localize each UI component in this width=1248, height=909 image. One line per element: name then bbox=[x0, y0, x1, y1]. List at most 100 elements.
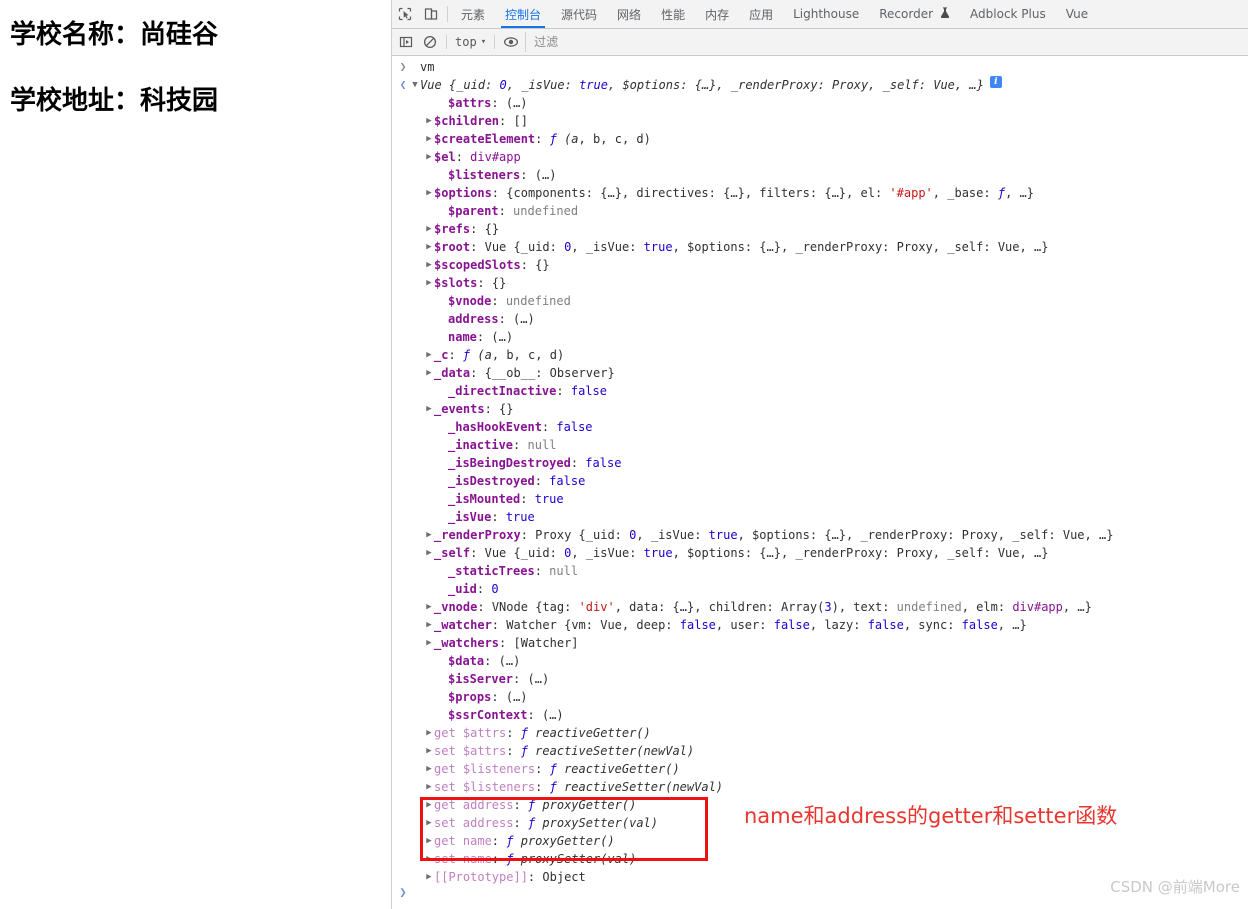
console-row-text: $createElement: ƒ (a, b, c, d) bbox=[434, 132, 651, 146]
console-row-text: $data: (…) bbox=[448, 654, 521, 668]
tab-应用[interactable]: 应用 bbox=[739, 0, 783, 28]
expand-arrow-placeholder: ▶ bbox=[438, 382, 448, 400]
tab-lighthouse[interactable]: Lighthouse bbox=[783, 0, 869, 28]
expand-arrow-right-icon[interactable]: ▶ bbox=[424, 544, 434, 562]
console-input-caret-icon: ❯ bbox=[399, 60, 407, 73]
console-row-text: _vnode: VNode {tag: 'div', data: {…}, ch… bbox=[434, 600, 1092, 614]
console-row-text: $options: {components: {…}, directives: … bbox=[434, 186, 1035, 200]
tab-label: Lighthouse bbox=[793, 7, 860, 21]
console-row-text: $scopedSlots: {} bbox=[434, 258, 550, 272]
filterbar-divider-2 bbox=[494, 35, 496, 49]
tab-label: Adblock Plus bbox=[970, 7, 1046, 21]
tab-内存[interactable]: 内存 bbox=[695, 0, 739, 28]
expand-arrow-right-icon[interactable]: ▶ bbox=[424, 130, 434, 148]
tab-性能[interactable]: 性能 bbox=[651, 0, 695, 28]
console-row-text: set name: ƒ proxySetter(val) bbox=[434, 852, 637, 866]
console-row-text: _isDestroyed: false bbox=[448, 474, 586, 488]
expand-arrow-right-icon[interactable]: ▶ bbox=[424, 148, 434, 166]
expand-arrow-right-icon[interactable]: ▶ bbox=[424, 256, 434, 274]
tab-vue[interactable]: Vue bbox=[1056, 0, 1098, 28]
inspect-element-icon[interactable] bbox=[392, 0, 418, 28]
expand-arrow-right-icon[interactable]: ▶ bbox=[424, 238, 434, 256]
screenshot-root: 学校名称：尚硅谷 学校地址：科技园 元素 控制台 源代码 网络 性能 内存 应用 Lighth… bbox=[0, 0, 1248, 909]
console-filter-toolbar: top ▾ bbox=[392, 29, 1248, 56]
tab-源代码[interactable]: 源代码 bbox=[551, 0, 607, 28]
expand-arrow-right-icon[interactable]: ▶ bbox=[424, 778, 434, 796]
console-row-text: $el: div#app bbox=[434, 150, 521, 164]
expand-arrow-right-icon[interactable]: ▶ bbox=[424, 112, 434, 130]
expand-arrow-placeholder: ▶ bbox=[438, 670, 448, 688]
expand-arrow-right-icon[interactable]: ▶ bbox=[424, 724, 434, 742]
tab-label: 元素 bbox=[461, 7, 486, 22]
clear-console-icon[interactable] bbox=[418, 30, 442, 54]
expand-arrow-right-icon[interactable]: ▶ bbox=[424, 184, 434, 202]
page-text-school-address: 学校地址：科技园 bbox=[10, 86, 219, 116]
tab-recorder[interactable]: Recorder bbox=[869, 0, 960, 28]
expand-arrow-right-icon[interactable]: ▶ bbox=[424, 616, 434, 634]
console-row-text: $slots: {} bbox=[434, 276, 507, 290]
expand-arrow-right-icon[interactable]: ▶ bbox=[424, 796, 434, 814]
execution-context-label: top bbox=[455, 35, 477, 49]
tab-网络[interactable]: 网络 bbox=[607, 0, 651, 28]
tab-label: 应用 bbox=[749, 7, 774, 22]
expand-arrow-right-icon[interactable]: ▶ bbox=[424, 274, 434, 292]
watermark-text: CSDN @前端More bbox=[1110, 878, 1240, 896]
info-icon[interactable]: i bbox=[989, 76, 1002, 88]
console-row-text: _renderProxy: Proxy {_uid: 0, _isVue: tr… bbox=[434, 528, 1114, 542]
console-row-text: $children: [] bbox=[434, 114, 528, 128]
expand-arrow-placeholder: ▶ bbox=[438, 580, 448, 598]
expand-arrow-right-icon[interactable]: ▶ bbox=[424, 346, 434, 364]
device-toolbar-icon[interactable] bbox=[418, 0, 444, 28]
tab-元素[interactable]: 元素 bbox=[451, 0, 495, 28]
expand-arrow-placeholder: ▶ bbox=[438, 688, 448, 706]
chevron-down-icon: ▾ bbox=[480, 37, 487, 47]
tab-adblock-plus[interactable]: Adblock Plus bbox=[960, 0, 1056, 28]
live-expression-icon[interactable] bbox=[499, 30, 523, 54]
expand-arrow-right-icon[interactable]: ▶ bbox=[424, 220, 434, 238]
console-row-text: set address: ƒ proxySetter(val) bbox=[434, 816, 659, 830]
expand-arrow-right-icon[interactable]: ▶ bbox=[424, 832, 434, 850]
console-rows: ❯ ▶ vm ❮▼Vue {_uid: 0, _isVue: true, $optio… bbox=[392, 58, 1248, 886]
devtools-tabstrip: 元素 控制台 源代码 网络 性能 内存 应用 Lighthouse Recorder Adbloc… bbox=[392, 0, 1248, 29]
console-output[interactable]: ❯ ▶ vm ❮▼Vue {_uid: 0, _isVue: true, $optio… bbox=[392, 56, 1248, 909]
web-page-pane: 学校名称：尚硅谷 学校地址：科技园 bbox=[0, 0, 391, 909]
console-row-text: Vue {_uid: 0, _isVue: true, $options: {…… bbox=[420, 78, 984, 92]
expand-arrow-down-icon[interactable]: ▼ bbox=[410, 76, 420, 94]
console-row-text: get name: ƒ proxyGetter() bbox=[434, 834, 615, 848]
tab-label: Vue bbox=[1065, 7, 1089, 21]
expand-arrow-right-icon[interactable]: ▶ bbox=[424, 742, 434, 760]
console-row-text: _uid: 0 bbox=[448, 582, 499, 596]
expand-arrow-right-icon[interactable]: ▶ bbox=[424, 526, 434, 544]
console-row-text: _self: Vue {_uid: 0, _isVue: true, $opti… bbox=[434, 546, 1049, 560]
expand-arrow-right-icon[interactable]: ▶ bbox=[424, 814, 434, 832]
console-row-text: $isServer: (…) bbox=[448, 672, 550, 686]
expand-arrow-right-icon[interactable]: ▶ bbox=[424, 598, 434, 616]
expand-arrow-right-icon[interactable]: ▶ bbox=[424, 634, 434, 652]
prompt-caret-icon: ❯ bbox=[399, 885, 407, 899]
console-prompt-row[interactable]: ❯ bbox=[396, 883, 814, 901]
expand-arrow-placeholder: ▶ bbox=[438, 490, 448, 508]
expand-arrow-placeholder: ▶ bbox=[438, 202, 448, 220]
execution-context-selector[interactable]: top ▾ bbox=[451, 34, 490, 50]
expand-arrow-placeholder: ▶ bbox=[438, 292, 448, 310]
console-row-text: get $listeners: ƒ reactiveGetter() bbox=[434, 762, 680, 776]
devtools-panel: 元素 控制台 源代码 网络 性能 内存 应用 Lighthouse Recorder Adbloc… bbox=[391, 0, 1248, 909]
console-prompt-input[interactable] bbox=[410, 884, 814, 900]
expand-arrow-right-icon[interactable]: ▶ bbox=[424, 760, 434, 778]
console-row-text: _watchers: [Watcher] bbox=[434, 636, 579, 650]
tab-控制台[interactable]: 控制台 bbox=[495, 0, 551, 28]
filter-input[interactable] bbox=[532, 32, 1248, 52]
tab-label: 控制台 bbox=[505, 7, 542, 22]
console-sidebar-icon[interactable] bbox=[394, 30, 418, 54]
flask-icon bbox=[940, 6, 950, 22]
expand-arrow-right-icon[interactable]: ▶ bbox=[424, 400, 434, 418]
expand-arrow-placeholder: ▶ bbox=[438, 418, 448, 436]
console-row-text: _staticTrees: null bbox=[448, 564, 579, 578]
console-row-text: $attrs: (…) bbox=[448, 96, 528, 110]
expand-arrow-placeholder: ▶ bbox=[438, 706, 448, 724]
expand-arrow-right-icon[interactable]: ▶ bbox=[424, 850, 434, 868]
expand-arrow-right-icon[interactable]: ▶ bbox=[424, 364, 434, 382]
console-row-text: _isBeingDestroyed: false bbox=[448, 456, 622, 470]
console-row-text: $listeners: (…) bbox=[448, 168, 557, 182]
tab-label: Recorder bbox=[879, 7, 934, 21]
